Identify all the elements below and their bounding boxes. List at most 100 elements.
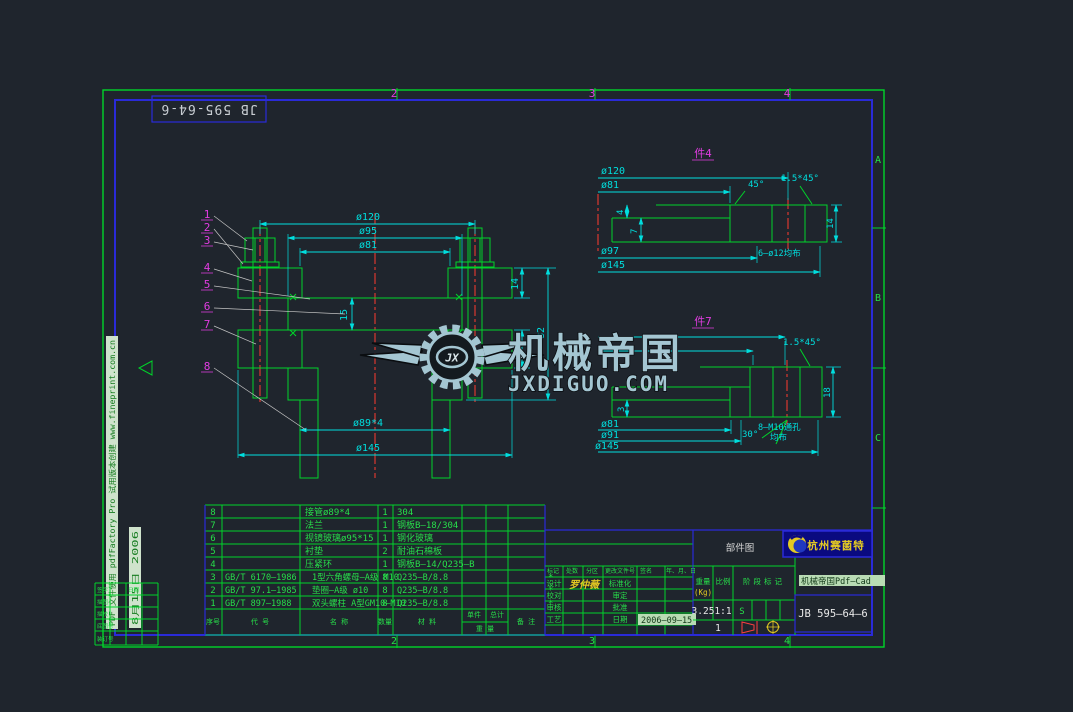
corner-label-date: 日期 <box>128 587 140 594</box>
zone-top-4: 4 <box>784 87 791 100</box>
bom-cell-no: 1 <box>210 599 215 609</box>
corner-drawing-number: JB 595-64-6 <box>160 101 257 116</box>
bom-cell-name: 接管ø89*4 <box>305 506 350 518</box>
bom-header-remark: 备 注 <box>517 617 535 626</box>
bom-header-unit: 单件 <box>467 610 481 619</box>
dim-top-flange-thk: 14 <box>510 278 521 290</box>
balloon-3: 3 <box>204 234 211 247</box>
label-design: 设计 <box>547 578 562 588</box>
bom-cell-qty: 1 <box>382 534 387 544</box>
bom-cell-name: 视镜玻璃ø95*15 <box>305 532 374 544</box>
company-logo-box: 杭州赛菌特 <box>783 531 872 557</box>
rev-col-mark: 标记 <box>547 567 559 575</box>
bom-row-7: 7法兰1钢板B—18/304 <box>210 519 458 531</box>
view7-dim-d81: ø81 <box>601 419 619 430</box>
label-standardization: 标准化 <box>609 578 632 588</box>
dim-glass-thk: 15 <box>339 309 350 321</box>
stamp-text: 机械帝国Pdf—Cad <box>801 576 871 587</box>
weight-label: 重量 <box>696 577 711 586</box>
balloon-4: 4 <box>204 261 211 274</box>
zone-right-c: C <box>875 433 881 444</box>
corner-label-check: 描校 <box>97 610 109 618</box>
view4-dim-angle: 45° <box>748 180 764 190</box>
projection-symbols <box>742 620 780 634</box>
bom-header-total: 总计 <box>490 610 504 619</box>
view4-dim-d81: ø81 <box>601 180 619 191</box>
zone-bottom-3: 3 <box>589 636 595 647</box>
watermark: JX 机械帝国 JXDIGUO.COM <box>360 329 684 396</box>
view7-holes-note2: 均布 <box>770 432 787 443</box>
view4-dim-thk: 14 <box>826 218 836 229</box>
bom-row-1: 1GB/T 897—1988双头螺柱 A型GM10—M108Q235—B/8.8… <box>210 598 553 609</box>
bom-cell-material: 钢化玻璃 <box>397 532 433 544</box>
zone-right-b: B <box>875 293 881 304</box>
title-block: 部件图 杭州赛菌特 机械帝国Pdf—Cad JB 595—64—6 重量 (Kg… <box>692 530 885 635</box>
label-ratify: 批准 <box>613 602 628 612</box>
label-process: 工艺 <box>547 615 562 624</box>
zone-right-a: A <box>875 155 881 166</box>
first-angle-cone-icon <box>742 622 754 633</box>
balloon-1: 1 <box>204 208 211 221</box>
view4-dim-d145: ø145 <box>601 260 625 271</box>
cad-drawing-canvas: JB 595-64-6 2 3 4 2 3 4 A B C <box>0 0 1073 712</box>
balloon-6: 6 <box>204 300 211 313</box>
bom-cell-qty: 8 <box>382 586 387 596</box>
view4-dim-d120: ø120 <box>601 166 625 177</box>
watermark-site: JXDIGUO.COM <box>508 372 669 396</box>
view4-dim-recess: 4 <box>616 210 626 215</box>
bom-cell-code: GB/T 897—1988 <box>225 599 292 609</box>
corner-label-bindno: 装订号 <box>97 635 114 643</box>
weight-value: 3.25 <box>692 606 715 617</box>
view7-holes-note: 8—M10通孔 <box>758 422 801 433</box>
revision-header-row: 标记 处数 分区 更改文件号 签名 年、月、日 <box>547 567 696 575</box>
view4-holes-note: 6—ø12均布 <box>758 248 801 259</box>
dim-glass-od: ø95 <box>359 226 377 237</box>
bom-cell-material: Q235—B/8.8 <box>397 573 448 583</box>
bom-cell-name: 双头螺柱 A型GM10—M10 <box>312 598 406 609</box>
zone-bottom-2: 2 <box>391 636 397 647</box>
rev-col-date: 年、月、日 <box>666 567 696 575</box>
bom-row-8: 8接管ø89*41304 <box>210 506 413 518</box>
bom-cell-name: 法兰 <box>305 519 323 531</box>
bom-header-no: 序号 <box>206 617 220 626</box>
bom-cell-material: Q235—B/8.8 <box>397 599 448 609</box>
bom-cell-qty: 1 <box>382 521 387 531</box>
bom-header-name: 名 称 <box>330 617 348 626</box>
label-approve: 审定 <box>613 590 628 600</box>
weight-unit: (Kg) <box>694 588 712 597</box>
view7-dim-d145: ø145 <box>595 441 619 452</box>
bom-cell-code: GB/T 6170—1986 <box>225 573 297 583</box>
bom-table: 序号 代 号 名 称 数量 材 料 单件 总计 重 量 备 注 8接管ø89*4… <box>205 505 553 635</box>
sheet-number: 1 <box>715 623 721 634</box>
designer-signature: 罗仲薇 <box>569 579 601 591</box>
bom-cell-name: 垫圈—A级 ø10 <box>312 585 368 596</box>
view7-title: 件7 <box>694 315 712 328</box>
bom-cell-material: Q235—B/8.8 <box>397 586 448 596</box>
left-margin-stamps: PDF 文件使用 pdfFactory Pro 试用版本创建 www.finep… <box>95 336 158 645</box>
label-review: 审核 <box>547 602 562 612</box>
bom-cell-qty: 1 <box>382 560 387 570</box>
label-date: 日期 <box>613 615 628 624</box>
stage-value: S <box>739 607 744 617</box>
stage-label: 阶段标记 <box>743 576 785 586</box>
item-balloons: 1 2 3 4 5 6 7 8 <box>201 208 345 430</box>
dim-flange-od: ø145 <box>356 443 380 454</box>
bom-cell-no: 6 <box>210 534 215 544</box>
balloon-7: 7 <box>204 318 211 331</box>
corner-label-baseno: 底图号 <box>97 622 114 630</box>
scale-label: 比例 <box>716 576 731 586</box>
bom-cell-material: 耐油石棉板 <box>397 545 442 557</box>
bom-header-qty: 数量 <box>378 617 392 626</box>
signature-date: 2006—09—15 <box>641 616 692 626</box>
bom-cell-material: 304 <box>397 508 413 518</box>
center-mark-triangle <box>139 361 152 375</box>
bom-cell-no: 5 <box>210 547 215 557</box>
label-check: 校对 <box>547 590 562 600</box>
view7-dim-thk: 18 <box>823 387 833 398</box>
corner-label-trace: 描图 <box>97 598 109 606</box>
bom-cell-name: 衬垫 <box>305 545 323 557</box>
view7-dim-step: 3 <box>617 407 627 412</box>
balloon-8: 8 <box>204 360 211 373</box>
dim-bolt-circle: ø120 <box>356 212 380 223</box>
rev-col-docno: 更改文件号 <box>605 567 635 575</box>
